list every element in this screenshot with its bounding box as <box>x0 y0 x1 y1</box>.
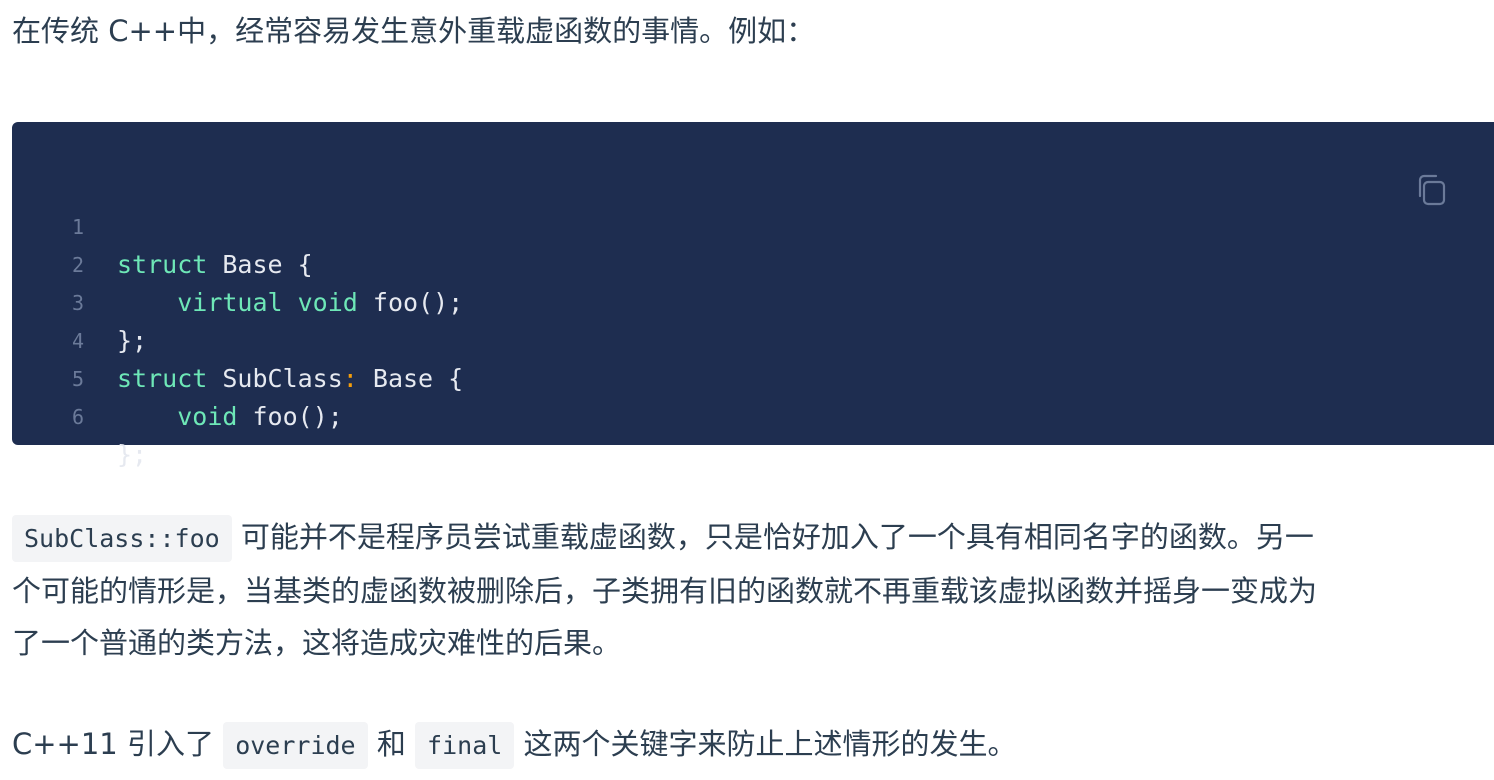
code-line: 3 }; <box>0 246 147 355</box>
code-punctuation: : <box>342 364 358 393</box>
code-text: Base { <box>357 364 464 393</box>
code-text: SubClass <box>207 364 343 393</box>
keywords-paragraph: C++11 引入了 override 和 final 这两个关键字来防止上述情形… <box>12 718 1017 772</box>
line-number: 5 <box>71 367 84 391</box>
intro-paragraph: 在传统 C++中，经常容易发生意外重载虚函数的事情。例如： <box>12 14 816 48</box>
code-keyword: struct <box>117 364 208 393</box>
inline-code: SubClass::foo <box>12 515 232 562</box>
explanation-paragraph: SubClass::foo 可能并不是程序员尝试重载虚函数，只是恰好加入了一个具… <box>12 511 1317 669</box>
code-text: }; <box>117 440 148 469</box>
code-keyword: virtual void <box>177 288 358 317</box>
code-line: 4 struct SubClass: Base { <box>0 284 463 393</box>
code-keyword: void <box>177 402 238 431</box>
code-line: 2 virtual void foo(); <box>0 208 463 317</box>
copy-icon <box>1418 174 1446 206</box>
code-text: Base { <box>207 250 313 279</box>
line-number: 4 <box>71 329 84 353</box>
line-number: 6 <box>71 405 84 429</box>
inline-code-override: override <box>223 722 368 769</box>
code-line: 1 struct Base { <box>0 170 313 279</box>
line-number: 1 <box>71 215 84 239</box>
code-keyword: struct <box>117 250 208 279</box>
code-text: foo(); <box>237 402 343 431</box>
code-line: 6 }; <box>0 360 147 469</box>
inline-code-final: final <box>415 722 515 769</box>
line-number: 3 <box>71 291 84 315</box>
line-number: 2 <box>71 253 84 277</box>
code-text: }; <box>117 326 148 355</box>
code-text: foo(); <box>357 288 464 317</box>
copy-button[interactable] <box>1414 172 1450 206</box>
code-line: 5 void foo(); <box>0 322 343 431</box>
